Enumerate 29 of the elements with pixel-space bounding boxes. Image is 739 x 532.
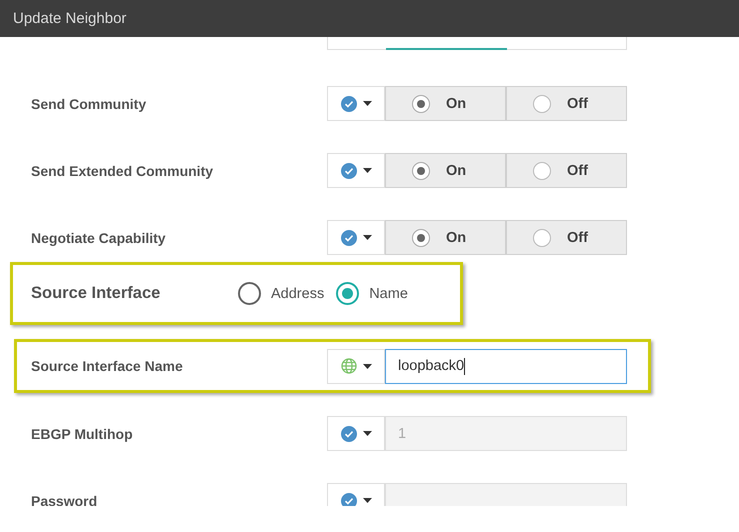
radio-option[interactable]: Address	[238, 282, 324, 305]
field-label: Negotiate Capability	[31, 230, 167, 246]
mode-dropdown[interactable]	[327, 153, 385, 188]
field-label: Source Interface Name	[31, 358, 184, 374]
mode-dropdown[interactable]	[327, 416, 385, 451]
toggle-option[interactable]: Off	[506, 86, 627, 121]
caret-icon	[362, 101, 372, 106]
mode-dropdown[interactable]	[327, 220, 385, 255]
window-title: Update Neighbor	[13, 10, 126, 27]
text-field[interactable]: loopback0	[385, 348, 627, 384]
input-field[interactable]	[327, 37, 627, 50]
field-label: Send Extended Community	[31, 162, 214, 178]
field-label: Send Community	[31, 96, 148, 112]
toggle-option[interactable]: Off	[506, 153, 627, 188]
toggle-option[interactable]: Off	[506, 220, 627, 255]
toggle-option[interactable]: On	[385, 153, 506, 188]
mode-dropdown[interactable]	[327, 348, 385, 384]
caret-icon	[362, 235, 372, 240]
field-label: EBGP Multihop	[31, 426, 134, 442]
toggle-option[interactable]: On	[385, 86, 506, 121]
caret-icon	[362, 364, 372, 368]
radio-option[interactable]: Name	[336, 282, 408, 305]
mode-dropdown[interactable]	[327, 86, 385, 121]
field-label: Source Interface	[31, 284, 162, 303]
caret-icon	[362, 168, 372, 173]
toggle-option[interactable]: On	[385, 220, 506, 255]
caret-icon	[362, 431, 372, 436]
field-label: Password	[31, 492, 98, 506]
caret-icon	[362, 498, 372, 503]
